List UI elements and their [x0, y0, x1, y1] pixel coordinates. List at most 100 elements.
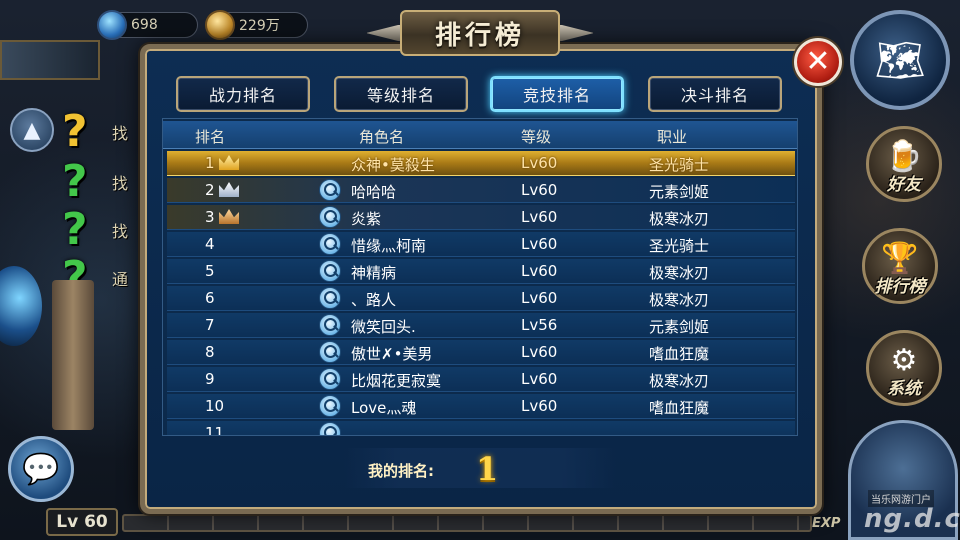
- rank-cell: 4: [205, 235, 215, 253]
- search-icon[interactable]: [319, 395, 341, 417]
- quest-label[interactable]: 找: [112, 170, 128, 194]
- rank-cell: 8: [205, 343, 215, 361]
- player-portrait-bar[interactable]: [0, 40, 100, 80]
- search-icon[interactable]: [319, 314, 341, 336]
- table-row[interactable]: 10 Love灬魂 Lv60 嗜血狂魔: [167, 394, 795, 419]
- level-cell: Lv56: [521, 316, 558, 334]
- ranking-table[interactable]: 排名 角色名 等级 职业 1 众神•莫殺生 Lv60 圣光骑士 2 哈哈哈 Lv60 元素剑姬…: [162, 118, 798, 436]
- header-rank: 排名: [195, 128, 226, 146]
- quest-label[interactable]: 通: [112, 266, 128, 290]
- job-cell: 圣光骑士: [649, 237, 710, 255]
- crown-icon: [219, 155, 239, 170]
- table-row[interactable]: 7 微笑回头. Lv56 元素剑姬: [167, 313, 795, 338]
- player-name-cell: 众神•莫殺生: [351, 156, 435, 174]
- rank-cell: 5: [205, 262, 215, 280]
- job-cell: 元素剑姬: [649, 183, 710, 201]
- beer-mug-icon: 🍺: [885, 139, 923, 174]
- trophy-icon: 🏆: [881, 241, 919, 276]
- stone-pillar: [52, 280, 94, 430]
- crown-icon: [219, 209, 239, 224]
- table-row[interactable]: 4 惜缘灬柯南 Lv60 圣光骑士: [167, 232, 795, 257]
- gold-counter: 229万: [205, 10, 308, 40]
- exp-label: EXP: [812, 516, 841, 531]
- player-name-cell: 微笑回头.: [351, 318, 416, 336]
- search-icon[interactable]: [319, 179, 341, 201]
- search-icon[interactable]: [319, 287, 341, 309]
- my-rank-value: 1: [476, 450, 499, 488]
- job-cell: 极寒冰刃: [649, 372, 710, 390]
- friends-label: 好友: [887, 175, 921, 195]
- my-rank-label: 我的排名:: [368, 462, 434, 480]
- table-row[interactable]: 6 、路人 Lv60 极寒冰刃: [167, 286, 795, 311]
- friends-button[interactable]: 🍺 好友: [866, 126, 942, 202]
- job-cell: 嗜血狂魔: [649, 399, 710, 417]
- player-name-cell: 哈哈哈: [351, 183, 397, 201]
- tab-level-ranking[interactable]: 等级排名: [334, 76, 468, 112]
- table-row[interactable]: 2 哈哈哈 Lv60 元素剑姬: [167, 178, 795, 203]
- quest-mark-icon[interactable]: ?: [62, 106, 106, 157]
- level-cell: Lv60: [521, 370, 558, 388]
- header-level: 等级: [521, 128, 552, 146]
- table-row[interactable]: 3 炎紫 Lv60 极寒冰刃: [167, 205, 795, 230]
- rank-cell: 2: [205, 181, 215, 199]
- up-arrow-icon: ▲: [23, 117, 41, 143]
- tab-arena-ranking[interactable]: 竞技排名: [490, 76, 624, 112]
- world-map-button[interactable]: 🗺: [850, 10, 950, 110]
- header-name: 角色名: [359, 128, 405, 146]
- search-icon[interactable]: [319, 233, 341, 255]
- table-header: 排名 角色名 等级 职业: [163, 121, 797, 149]
- search-icon[interactable]: [319, 422, 341, 435]
- system-label: 系统: [887, 379, 921, 399]
- job-cell: 圣光骑士: [649, 156, 710, 174]
- table-row[interactable]: 8 傲世✗•美男 Lv60 嗜血狂魔: [167, 340, 795, 365]
- rank-cell: 11: [205, 424, 225, 436]
- job-cell: 元素剑姬: [649, 318, 710, 336]
- chat-button[interactable]: 💬: [8, 436, 74, 502]
- level-cell: Lv60: [521, 181, 558, 199]
- close-button[interactable]: ✕: [794, 38, 842, 86]
- search-icon[interactable]: [319, 368, 341, 390]
- job-cell: 极寒冰刃: [649, 264, 710, 282]
- player-name-cell: 惜缘灬柯南: [351, 237, 427, 255]
- gold-coin-icon: [205, 10, 235, 40]
- player-name-cell: 炎紫: [351, 210, 382, 228]
- table-row[interactable]: 11: [167, 421, 795, 436]
- tab-power-ranking[interactable]: 战力排名: [176, 76, 310, 112]
- job-cell: 极寒冰刃: [649, 210, 710, 228]
- player-name-cell: 神精病: [351, 264, 397, 282]
- search-icon[interactable]: [319, 260, 341, 282]
- watermark-big: ng.d.cn: [864, 504, 960, 534]
- job-cell: 极寒冰刃: [649, 291, 710, 309]
- quest-label[interactable]: 找: [112, 120, 128, 144]
- level-cell: Lv60: [521, 289, 558, 307]
- level-cell: Lv60: [521, 154, 558, 172]
- quest-mark-icon[interactable]: ?: [62, 156, 106, 207]
- table-row[interactable]: 5 神精病 Lv60 极寒冰刃: [167, 259, 795, 284]
- level-cell: Lv60: [521, 208, 558, 226]
- quest-mark-icon[interactable]: ?: [62, 204, 106, 255]
- player-level-badge: Lv 60: [46, 508, 118, 536]
- tab-duel-ranking[interactable]: 决斗排名: [648, 76, 782, 112]
- exp-bar: [122, 514, 812, 532]
- gem-icon: [97, 10, 127, 40]
- header-job: 职业: [657, 128, 688, 146]
- table-row[interactable]: 1 众神•莫殺生 Lv60 圣光骑士: [167, 151, 795, 176]
- collapse-arrow-button[interactable]: ▲: [10, 108, 54, 152]
- level-cell: Lv60: [521, 235, 558, 253]
- player-name-cell: 、路人: [351, 291, 397, 309]
- search-icon[interactable]: [319, 206, 341, 228]
- player-name-cell: Love灬魂: [351, 399, 417, 417]
- rank-cell: 10: [205, 397, 225, 415]
- ranking-button[interactable]: 🏆 排行榜: [862, 228, 938, 304]
- rank-cell: 3: [205, 208, 215, 226]
- search-icon[interactable]: [319, 341, 341, 363]
- ranking-tabs: 战力排名 等级排名 竞技排名 决斗排名: [176, 76, 786, 112]
- gold-value: 229万: [239, 18, 280, 34]
- table-row[interactable]: 9 比烟花更寂寞 Lv60 极寒冰刃: [167, 367, 795, 392]
- rank-cell: 9: [205, 370, 215, 388]
- map-scroll-icon: 🗺: [874, 37, 926, 84]
- system-button[interactable]: ⚙ 系统: [866, 330, 942, 406]
- crown-icon: [219, 182, 239, 197]
- quest-label[interactable]: 找: [112, 218, 128, 242]
- gear-icon: ⚙: [890, 343, 918, 378]
